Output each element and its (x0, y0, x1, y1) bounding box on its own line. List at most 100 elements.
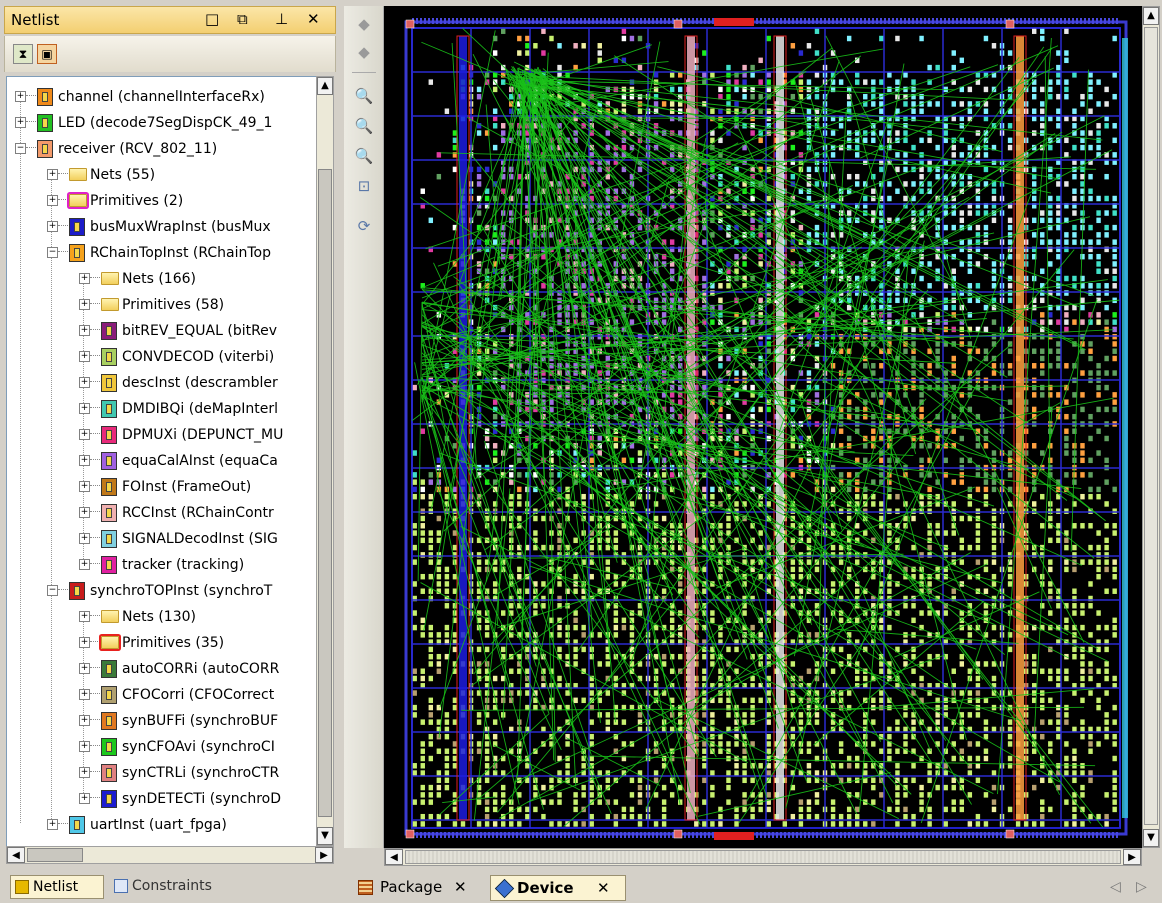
tree-row[interactable]: − receiver (RCV_802_11) (7, 137, 317, 163)
expand-icon[interactable]: + (79, 351, 90, 362)
refresh-icon[interactable]: ⟳ (354, 216, 374, 236)
tree-row[interactable]: + DMDIBQi (deMapInterl (7, 397, 317, 423)
scroll-thumb[interactable] (318, 169, 332, 817)
tree-row[interactable]: + CFOCorri (CFOCorrect (7, 683, 317, 709)
expand-icon[interactable]: + (47, 819, 58, 830)
restore-icon[interactable]: □ (205, 10, 219, 28)
io-pad (1000, 832, 1002, 838)
collapse-icon[interactable]: − (47, 585, 58, 596)
zoom-out-icon[interactable]: 🔍 (354, 116, 374, 136)
pin-icon[interactable]: ⊥ (275, 10, 288, 28)
tree-row[interactable]: + RCCInst (RChainContr (7, 501, 317, 527)
scroll-left-icon[interactable]: ◀ (7, 847, 25, 863)
expand-icon[interactable]: + (15, 91, 26, 102)
expand-icon[interactable]: + (47, 221, 58, 232)
expand-icon[interactable]: + (79, 611, 90, 622)
expand-icon[interactable]: + (79, 429, 90, 440)
tree-row[interactable]: + autoCORRi (autoCORR (7, 657, 317, 683)
scroll-up-icon[interactable]: ▲ (317, 77, 333, 95)
expand-icon[interactable]: + (79, 507, 90, 518)
zoom-selection-icon[interactable]: 🔍 (354, 146, 374, 166)
expand-icon[interactable]: + (79, 715, 90, 726)
zoom-fit-icon[interactable]: ⊡ (354, 176, 374, 196)
expand-icon[interactable]: + (79, 377, 90, 388)
tree-row[interactable]: + synBUFFi (synchroBUF (7, 709, 317, 735)
expand-icon[interactable]: + (79, 533, 90, 544)
tree-row[interactable]: + Primitives (35) (7, 631, 317, 657)
tree-row[interactable]: + channel (channelInterfaceRx) (7, 85, 317, 111)
tree-row[interactable]: + SIGNALDecodInst (SIG (7, 527, 317, 553)
logic-cell (565, 493, 570, 500)
tree-row[interactable]: + Primitives (58) (7, 293, 317, 319)
filter-icon[interactable]: ▣ (37, 44, 57, 64)
expand-icon[interactable]: + (15, 117, 26, 128)
tree-row[interactable]: + bitREV_EQUAL (bitRev (7, 319, 317, 345)
expand-icon[interactable]: + (79, 299, 90, 310)
tree-horizontal-scrollbar[interactable]: ◀ ▶ (6, 846, 334, 864)
expand-icon[interactable]: + (79, 559, 90, 570)
hourglass-icon[interactable]: ⧗ (13, 44, 33, 64)
expand-icon[interactable]: + (79, 403, 90, 414)
tree-row[interactable]: − synchroTOPInst (synchroT (7, 579, 317, 605)
logic-cell (637, 166, 643, 173)
expand-icon[interactable]: + (79, 455, 90, 466)
tree-row[interactable]: + equaCalAInst (equaCa (7, 449, 317, 475)
tree-row[interactable]: + Nets (166) (7, 267, 317, 293)
tree-row[interactable]: + synCFOAvi (synchroCI (7, 735, 317, 761)
tree-row[interactable]: − RChainTopInst (RChainTop (7, 241, 317, 267)
expand-icon[interactable]: + (79, 273, 90, 284)
expand-icon[interactable]: + (79, 637, 90, 648)
tree-row[interactable]: + Nets (130) (7, 605, 317, 631)
device-canvas[interactable] (384, 6, 1142, 848)
tree-row[interactable]: + Nets (55) (7, 163, 317, 189)
tree-row[interactable]: + busMuxWrapInst (busMux (7, 215, 317, 241)
logic-cell (911, 653, 916, 660)
expand-icon[interactable]: + (79, 741, 90, 752)
expand-icon[interactable]: + (79, 689, 90, 700)
expand-icon[interactable]: + (79, 663, 90, 674)
tree-row[interactable]: + tracker (tracking) (7, 553, 317, 579)
tree-row[interactable]: + uartInst (uart_fpga) (7, 813, 317, 839)
logic-cell (871, 86, 876, 93)
expand-icon[interactable]: + (47, 195, 58, 206)
scroll-right-icon[interactable]: ▶ (315, 847, 333, 863)
tree-row[interactable]: + DPMUXi (DEPUNCT_MU (7, 423, 317, 449)
tree-row[interactable]: + Primitives (2) (7, 189, 317, 215)
collapse-icon[interactable]: − (15, 143, 26, 154)
logic-cell (742, 806, 747, 813)
tree-row[interactable]: + CONVDECOD (viterbi) (7, 345, 317, 371)
expand-icon[interactable]: + (47, 169, 58, 180)
logic-cell (911, 515, 916, 522)
fpga-device-floorplan[interactable] (384, 6, 1142, 848)
logic-cell (452, 646, 458, 653)
scroll-down-icon[interactable]: ▼ (317, 827, 333, 845)
logic-cell (1088, 733, 1093, 740)
tab-netlist[interactable]: Netlist (10, 875, 104, 899)
expand-icon[interactable]: + (79, 767, 90, 778)
zoom-in-icon[interactable]: 🔍 (354, 86, 374, 106)
expand-icon[interactable]: + (79, 793, 90, 804)
logic-cell (637, 784, 643, 791)
tree-row[interactable]: + synCTRLi (synchroCTR (7, 761, 317, 787)
logic-cell (1032, 384, 1037, 391)
tree-vertical-scrollbar[interactable]: ▲ ▼ (316, 76, 334, 846)
io-pad (1116, 832, 1118, 838)
tree-row[interactable]: + FOInst (FrameOut) (7, 475, 317, 501)
logic-cell (991, 363, 997, 369)
logic-cell (838, 741, 844, 747)
forward-arrow-icon[interactable]: ◆ (354, 42, 374, 62)
back-arrow-icon[interactable]: ◆ (354, 14, 374, 34)
close-icon[interactable]: ✕ (307, 10, 320, 28)
expand-icon[interactable]: + (79, 481, 90, 492)
expand-icon[interactable]: + (79, 325, 90, 336)
float-icon[interactable]: ⧉ (237, 10, 248, 28)
logic-cell (1096, 319, 1101, 325)
tree-row[interactable]: + synDETECTi (synchroD (7, 787, 317, 813)
collapse-icon[interactable]: − (47, 247, 58, 258)
io-pad (860, 18, 862, 24)
logic-cell (1007, 363, 1013, 369)
tree-row[interactable]: + descInst (descrambler (7, 371, 317, 397)
hscroll-thumb[interactable] (27, 848, 83, 862)
tree-row[interactable]: + LED (decode7SegDispCK_49_1 (7, 111, 317, 137)
tab-constraints[interactable]: Constraints (110, 875, 240, 899)
